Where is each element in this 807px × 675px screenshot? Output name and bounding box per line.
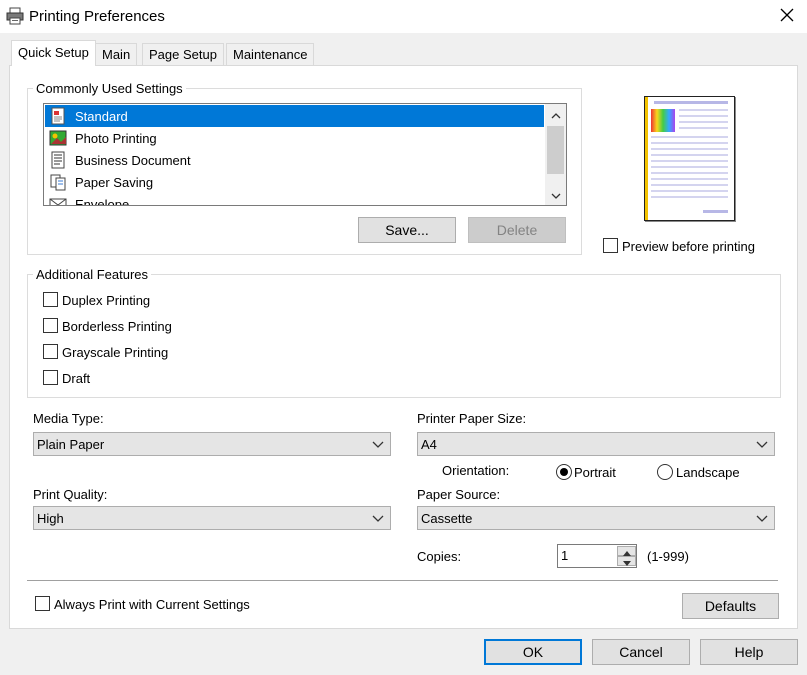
printer-paper-size-dropdown[interactable]: A4	[417, 432, 775, 456]
duplex-printing-checkbox[interactable]	[43, 292, 58, 307]
tab-quick-setup[interactable]: Quick Setup	[11, 40, 96, 66]
chevron-down-icon	[756, 512, 768, 527]
list-item-label: Photo Printing	[75, 130, 157, 146]
title-bar: Printing Preferences	[0, 0, 807, 33]
media-type-dropdown[interactable]: Plain Paper	[33, 432, 391, 456]
print-quality-label: Print Quality:	[33, 487, 108, 502]
scroll-thumb[interactable]	[547, 126, 564, 174]
scroll-up-button[interactable]	[545, 104, 566, 125]
list-item-photo-printing[interactable]: Photo Printing	[45, 127, 544, 149]
copies-label: Copies:	[417, 549, 462, 564]
always-print-checkbox[interactable]	[35, 596, 50, 611]
paper-source-value: Cassette	[421, 511, 473, 526]
chevron-down-icon	[372, 438, 384, 453]
standard-icon	[48, 107, 68, 125]
preview-before-printing-checkbox[interactable]	[603, 238, 618, 253]
paper-saving-icon	[48, 173, 68, 191]
printer-paper-size-value: A4	[421, 437, 437, 452]
additional-features-title: Additional Features	[33, 267, 152, 282]
print-preview-thumbnail	[644, 96, 735, 221]
borderless-printing-checkbox[interactable]	[43, 318, 58, 333]
close-button[interactable]	[767, 0, 807, 33]
commonly-used-settings-list[interactable]: Standard Photo Printing Business Documen…	[43, 103, 567, 206]
print-quality-dropdown[interactable]: High	[33, 506, 391, 530]
printer-paper-size-label: Printer Paper Size:	[417, 411, 527, 426]
paper-source-label: Paper Source:	[417, 487, 501, 502]
paper-source-dropdown[interactable]: Cassette	[417, 506, 775, 530]
triangle-down-icon	[622, 554, 631, 569]
grayscale-printing-label: Grayscale Printing	[62, 345, 169, 360]
chevron-down-icon	[756, 438, 768, 453]
landscape-radio[interactable]	[657, 464, 673, 480]
tab-maintenance[interactable]: Maintenance	[226, 43, 315, 65]
list-item-label: Standard	[75, 108, 128, 124]
list-item-envelope[interactable]: Envelope	[45, 193, 544, 206]
close-icon	[780, 8, 794, 25]
grayscale-printing-checkbox[interactable]	[43, 344, 58, 359]
media-type-value: Plain Paper	[37, 437, 105, 452]
list-scrollbar[interactable]	[545, 104, 566, 205]
defaults-button[interactable]: Defaults	[682, 593, 779, 619]
cancel-button[interactable]: Cancel	[592, 639, 690, 665]
landscape-label: Landscape	[676, 465, 740, 480]
preview-before-printing-label: Preview before printing	[622, 239, 755, 254]
delete-button[interactable]: Delete	[468, 217, 566, 243]
save-button[interactable]: Save...	[358, 217, 456, 243]
commonly-used-settings-title: Commonly Used Settings	[33, 81, 186, 96]
print-quality-value: High	[37, 511, 64, 526]
list-item-paper-saving[interactable]: Paper Saving	[45, 171, 544, 193]
help-button[interactable]: Help	[700, 639, 798, 665]
list-item-standard[interactable]: Standard	[45, 105, 544, 127]
envelope-icon	[48, 195, 68, 205]
document-icon	[48, 151, 68, 169]
copies-range: (1-999)	[647, 549, 689, 564]
copies-decrement-button[interactable]	[617, 556, 636, 566]
draft-label: Draft	[62, 371, 91, 386]
printer-icon	[6, 7, 24, 25]
tab-main[interactable]: Main	[95, 43, 138, 65]
separator	[27, 580, 778, 581]
list-item-label: Envelope	[75, 196, 130, 206]
list-item-label: Business Document	[75, 152, 191, 168]
list-item-label: Paper Saving	[75, 174, 154, 190]
copies-value[interactable]: 1	[561, 548, 568, 563]
photo-icon	[48, 129, 68, 147]
always-print-label: Always Print with Current Settings	[54, 597, 250, 612]
borderless-printing-label: Borderless Printing	[62, 319, 172, 334]
list-item-business-document[interactable]: Business Document	[45, 149, 544, 171]
portrait-label: Portrait	[574, 465, 616, 480]
copies-stepper[interactable]: 1	[557, 544, 637, 568]
tab-page-setup[interactable]: Page Setup	[142, 43, 224, 65]
ok-button[interactable]: OK	[484, 639, 582, 665]
media-type-label: Media Type:	[33, 411, 104, 426]
chevron-down-icon	[372, 512, 384, 527]
scroll-down-button[interactable]	[545, 184, 566, 205]
orientation-label: Orientation:	[442, 463, 510, 478]
portrait-radio[interactable]	[556, 464, 572, 480]
chevron-up-icon	[551, 107, 561, 122]
window-title: Printing Preferences	[29, 8, 165, 25]
duplex-printing-label: Duplex Printing	[62, 293, 151, 308]
chevron-down-icon	[551, 187, 561, 202]
draft-checkbox[interactable]	[43, 370, 58, 385]
